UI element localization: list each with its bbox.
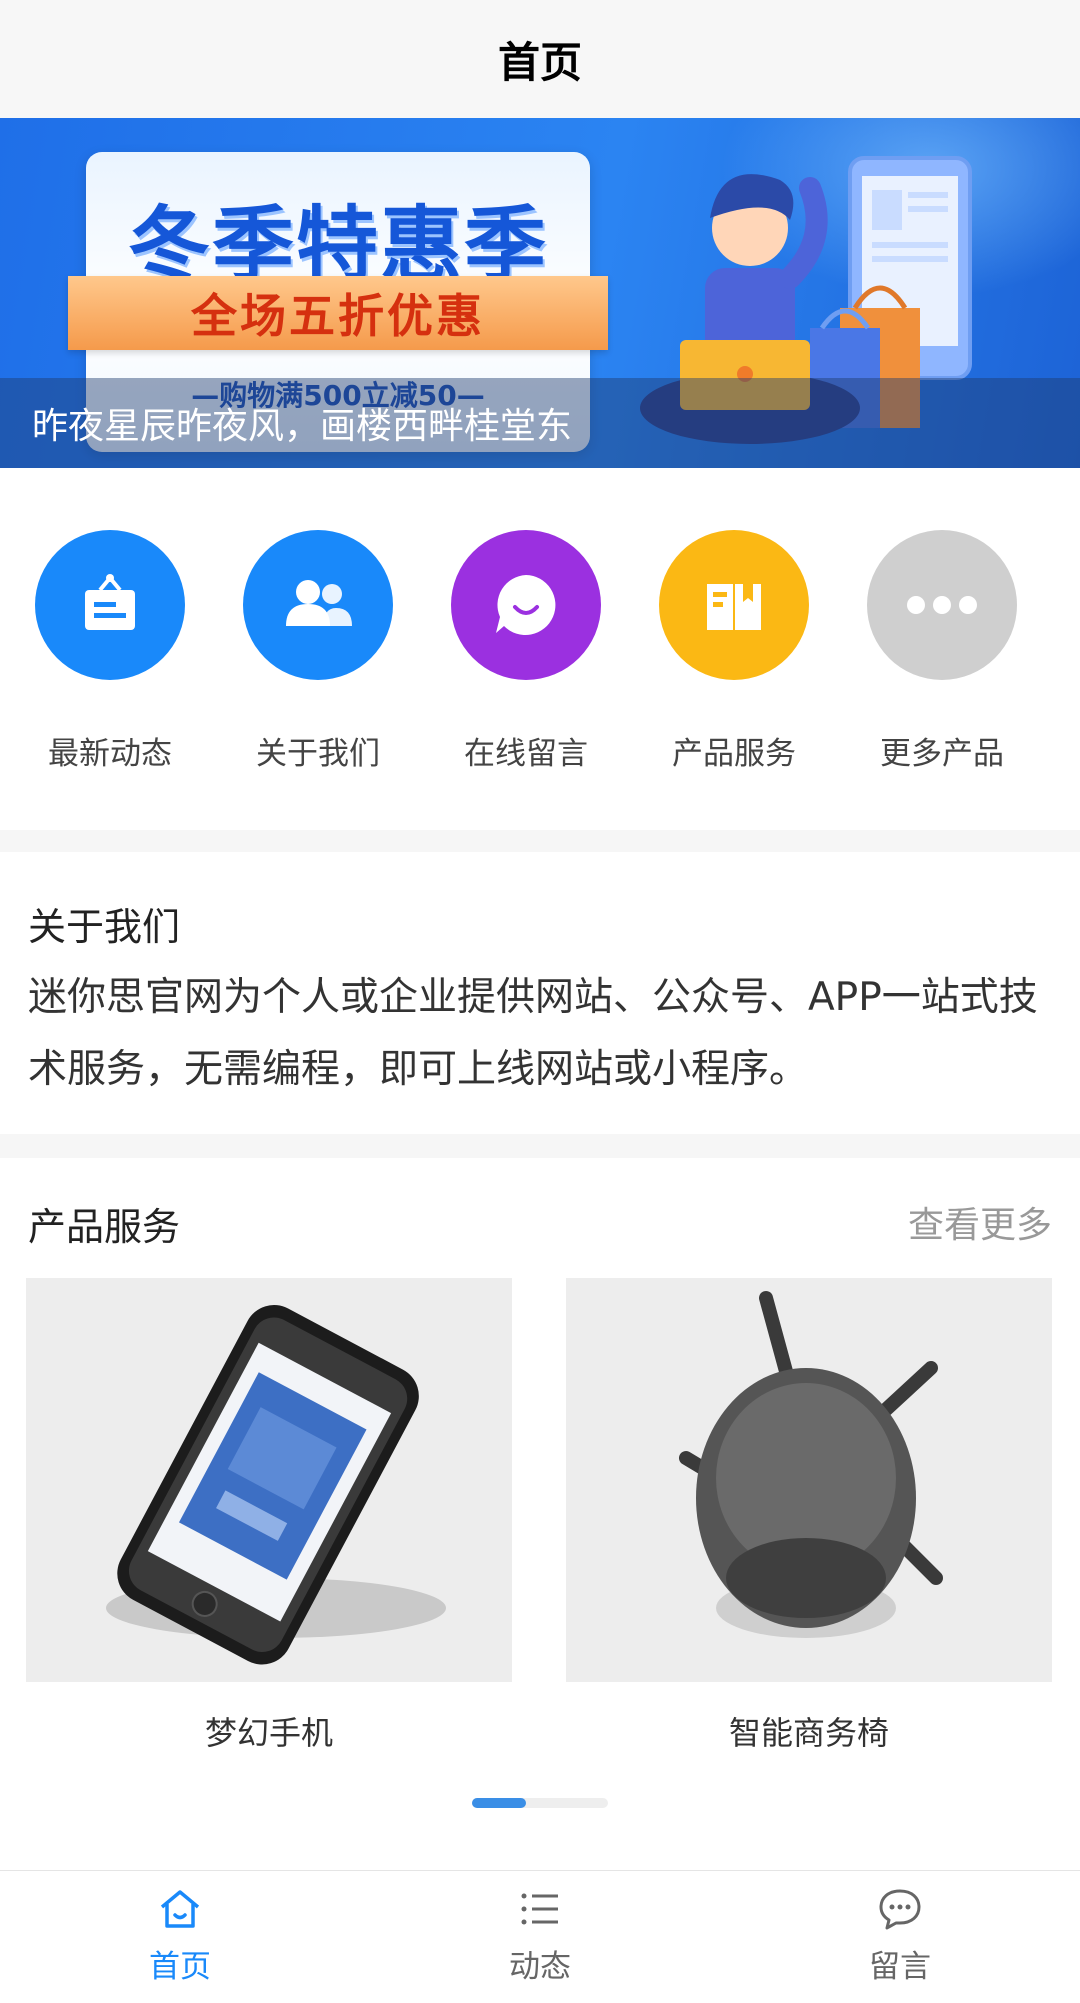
more-dots-icon: [907, 596, 977, 614]
about-description: 迷你思官网为个人或企业提供网站、公众号、APP一站式技术服务，无需编程，即可上线…: [28, 975, 1038, 1092]
product-name: 智能商务椅: [728, 1714, 889, 1752]
view-more-link[interactable]: 查看更多: [908, 1196, 1052, 1248]
top-navbar: 首页: [0, 0, 1080, 118]
product-image-chair: [566, 1278, 1052, 1682]
menu-item-more[interactable]: 更多产品: [862, 530, 1022, 773]
promo-ribbon: 全场五折优惠: [68, 276, 608, 350]
users-icon: [286, 580, 352, 626]
product-image-phone: [26, 1278, 512, 1682]
about-section: 关于我们 迷你思官网为个人或企业提供网站、公众号、APP一站式技术服务，无需编程…: [0, 852, 1080, 1134]
menu-item-products[interactable]: 产品服务: [654, 530, 814, 773]
promo-ribbon-text: 全场五折优惠: [191, 289, 485, 343]
menu-circle: [867, 530, 1017, 680]
products-section: 产品服务 查看更多 梦幻手机 智能商务椅: [0, 1158, 1080, 1870]
menu-circle: [35, 530, 185, 680]
product-card[interactable]: 梦幻手机: [26, 1278, 512, 1754]
tab-dynamics[interactable]: 动态: [360, 1885, 720, 1986]
product-card[interactable]: 智能商务椅: [566, 1278, 1052, 1754]
promo-banner[interactable]: 冬季特惠季 全场五折优惠 —购物满500立减50— 昨夜星辰昨夜风，画楼西畔桂堂…: [0, 118, 1080, 468]
menu-circle: [243, 530, 393, 680]
menu-label: 在线留言: [464, 736, 588, 772]
menu-label: 关于我们: [256, 736, 380, 772]
menu-item-news[interactable]: 最新动态: [30, 530, 190, 773]
about-title: 关于我们: [28, 905, 181, 949]
home-icon: [160, 1890, 200, 1928]
quick-menu: 最新动态 关于我们 在线留言 产品服务 更多产品: [0, 468, 1080, 830]
tab-home[interactable]: 首页: [0, 1885, 360, 1986]
banner-caption-bar: 昨夜星辰昨夜风，画楼西畔桂堂东: [0, 378, 1080, 468]
phone-product-image: [106, 1305, 446, 1665]
notice-board-icon: [85, 574, 135, 630]
tab-label: 首页: [149, 1949, 211, 1985]
tab-label: 动态: [509, 1949, 571, 1985]
book-icon: [707, 584, 761, 630]
chair-product-image: [679, 1291, 943, 1638]
carousel-indicator: [472, 1798, 608, 1808]
menu-item-about[interactable]: 关于我们: [238, 530, 398, 773]
products-title: 产品服务: [28, 1205, 181, 1249]
menu-label: 更多产品: [880, 736, 1004, 772]
tab-label: 留言: [869, 1949, 931, 1985]
menu-label: 产品服务: [672, 736, 796, 772]
product-name: 梦幻手机: [204, 1714, 333, 1752]
menu-circle: [659, 530, 809, 680]
list-icon: [521, 1893, 558, 1925]
bottom-tabbar: 首页 动态 留言: [0, 1870, 1080, 2003]
chat-bubble-icon: [496, 575, 556, 635]
message-icon: [879, 1889, 921, 1930]
menu-circle: [451, 530, 601, 680]
menu-label: 最新动态: [48, 736, 172, 772]
page-title: 首页: [497, 37, 582, 87]
carousel-indicator-fill: [472, 1798, 526, 1808]
menu-item-message[interactable]: 在线留言: [446, 530, 606, 773]
banner-caption: 昨夜星辰昨夜风，画楼西畔桂堂东: [32, 406, 573, 447]
tab-message[interactable]: 留言: [720, 1885, 1080, 1986]
